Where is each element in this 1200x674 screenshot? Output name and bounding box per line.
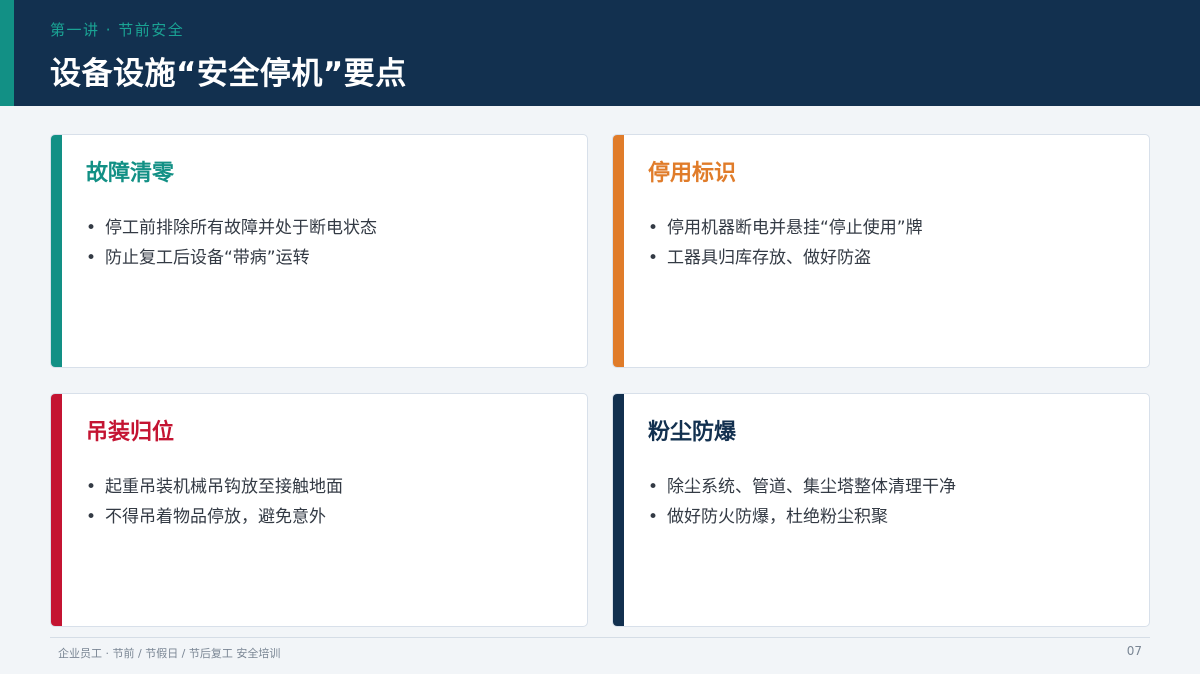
bullet-item: 除尘系统、管道、集尘塔整体清理干净 — [648, 472, 956, 502]
card-hoist-return: 吊装归位 起重吊装机械吊钩放至接触地面 不得吊着物品停放，避免意外 — [50, 393, 588, 627]
card-accent-bar — [51, 135, 62, 367]
card-stop-sign: 停用标识 停用机器断电并悬挂“停止使用”牌 工器具归库存放、做好防盗 — [612, 134, 1150, 368]
footer-divider — [50, 637, 1150, 638]
card-bullet-list: 停用机器断电并悬挂“停止使用”牌 工器具归库存放、做好防盗 — [648, 213, 923, 273]
card-bullet-list: 起重吊装机械吊钩放至接触地面 不得吊着物品停放，避免意外 — [86, 472, 343, 532]
footer-caption: 企业员工 · 节前 / 节假日 / 节后复工 安全培训 — [58, 647, 281, 660]
bullet-item: 工器具归库存放、做好防盗 — [648, 243, 923, 273]
header-banner: 第一讲 · 节前安全 设备设施“安全停机”要点 — [0, 0, 1200, 106]
card-fault-clear: 故障清零 停工前排除所有故障并处于断电状态 防止复工后设备“带病”运转 — [50, 134, 588, 368]
card-accent-bar — [613, 135, 624, 367]
bullet-item: 起重吊装机械吊钩放至接触地面 — [86, 472, 343, 502]
card-title: 粉尘防爆 — [648, 420, 737, 445]
card-dust-explosion: 粉尘防爆 除尘系统、管道、集尘塔整体清理干净 做好防火防爆，杜绝粉尘积聚 — [612, 393, 1150, 627]
card-bullet-list: 除尘系统、管道、集尘塔整体清理干净 做好防火防爆，杜绝粉尘积聚 — [648, 472, 956, 532]
header-accent-bar — [0, 0, 14, 106]
bullet-item: 做好防火防爆，杜绝粉尘积聚 — [648, 502, 956, 532]
bullet-item: 停用机器断电并悬挂“停止使用”牌 — [648, 213, 923, 243]
page-number: 07 — [1126, 644, 1142, 658]
bullet-item: 防止复工后设备“带病”运转 — [86, 243, 377, 273]
card-accent-bar — [613, 394, 624, 626]
bullet-item: 不得吊着物品停放，避免意外 — [86, 502, 343, 532]
card-bullet-list: 停工前排除所有故障并处于断电状态 防止复工后设备“带病”运转 — [86, 213, 377, 273]
card-title: 故障清零 — [86, 161, 175, 186]
bullet-item: 停工前排除所有故障并处于断电状态 — [86, 213, 377, 243]
card-title: 停用标识 — [648, 161, 737, 186]
section-kicker: 第一讲 · 节前安全 — [50, 21, 185, 39]
page-title: 设备设施“安全停机”要点 — [50, 56, 407, 92]
card-title: 吊装归位 — [86, 420, 175, 445]
card-accent-bar — [51, 394, 62, 626]
